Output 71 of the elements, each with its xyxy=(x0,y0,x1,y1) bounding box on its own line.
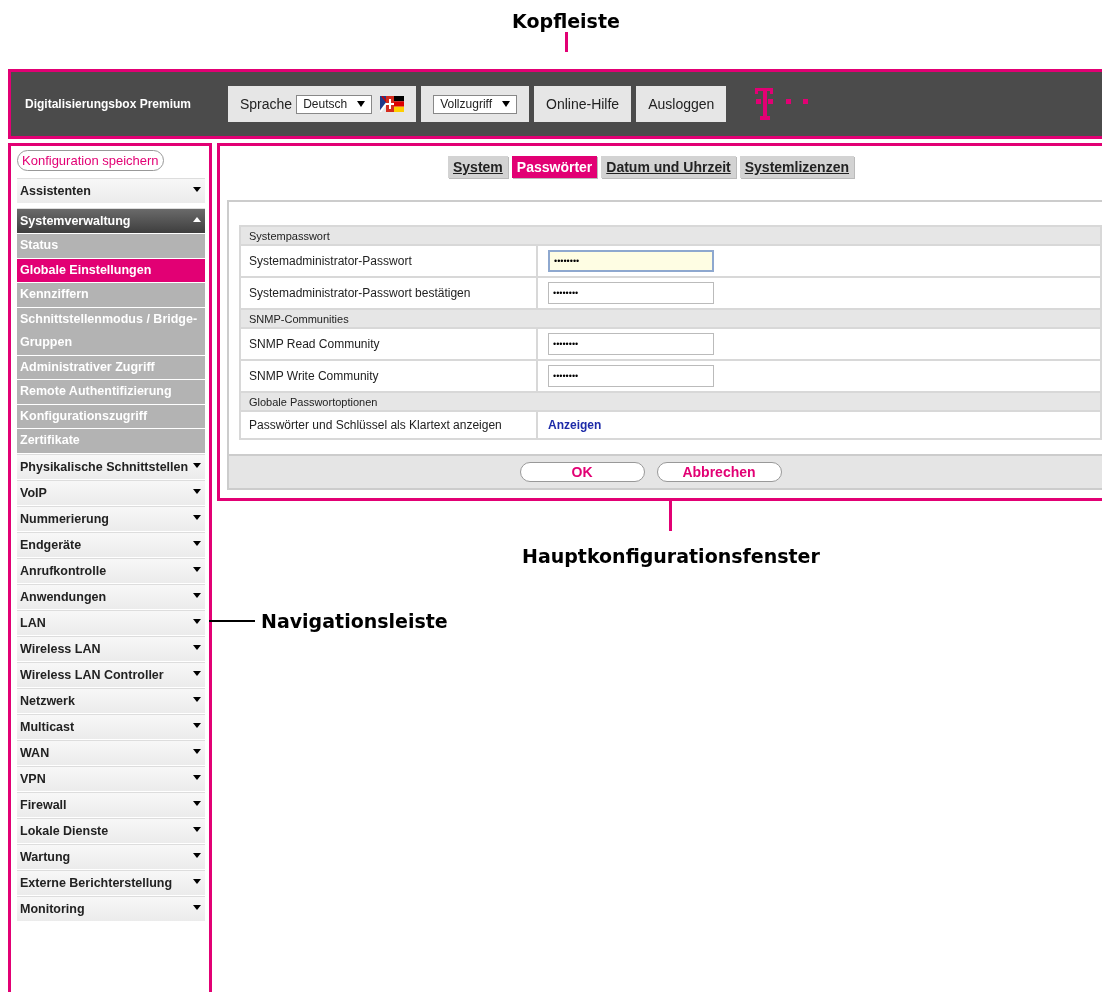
language-label: Sprache xyxy=(240,96,293,112)
tab[interactable]: System xyxy=(448,156,508,178)
table-cell: Passwörter und Schlüssel als Klartext anzeigen xyxy=(240,411,537,439)
flag-icon[interactable] xyxy=(380,96,405,112)
nav-menu-item[interactable]: Monitoring xyxy=(17,895,205,921)
nav-menu-item[interactable]: Physikalische Schnittstellen xyxy=(17,453,205,479)
nav-menu-item[interactable]: Wireless LAN xyxy=(17,635,205,661)
caret-icon xyxy=(193,670,201,676)
product-name: Digitalisierungsbox Premium xyxy=(24,97,193,111)
nav-menu-item[interactable]: Assistenten xyxy=(17,178,205,203)
table-cell: SNMP Read Community xyxy=(240,328,537,360)
caret-icon xyxy=(193,540,201,546)
password-field[interactable]: •••••••• xyxy=(548,365,714,387)
caret-icon xyxy=(193,722,201,728)
nav-menu-item[interactable]: Multicast xyxy=(17,713,205,739)
caret-icon xyxy=(502,101,510,107)
table-cell: Systemadministrator-Passwort xyxy=(240,245,537,277)
ok-button[interactable]: OK xyxy=(519,462,645,482)
nav-menu-item[interactable]: Anwendungen xyxy=(17,583,205,609)
nav-menu-item[interactable]: VPN xyxy=(17,765,205,791)
caret-icon xyxy=(193,696,201,702)
nav-menu-item[interactable]: Netzwerk xyxy=(17,687,205,713)
nav-menu-item[interactable]: Firewall xyxy=(17,791,205,817)
show-link[interactable]: Anzeigen xyxy=(548,418,602,432)
caret-icon xyxy=(193,800,201,806)
caret-icon xyxy=(193,187,201,192)
nav-menu-item[interactable]: Anrufkontrolle xyxy=(17,557,205,583)
nav-menu-item[interactable]: Endgeräte xyxy=(17,531,205,557)
password-field[interactable]: •••••••• xyxy=(548,333,714,355)
caret-icon xyxy=(193,748,201,754)
caret-icon xyxy=(193,618,201,624)
tab[interactable]: Datum und Uhrzeit xyxy=(601,156,736,178)
caret-icon xyxy=(193,774,201,780)
nav-menu-item[interactable]: Systemverwaltung xyxy=(17,208,205,233)
nav-menu-item[interactable]: Wartung xyxy=(17,843,205,869)
nav-menu-item[interactable]: VoIP xyxy=(17,479,205,505)
caret-icon xyxy=(193,644,201,650)
caret-icon xyxy=(193,514,201,520)
annotation-label: Hauptkonfigurationsfenster xyxy=(522,545,820,567)
tab[interactable]: Passwörter xyxy=(511,156,598,178)
cancel-button[interactable]: Abbrechen xyxy=(656,462,782,482)
password-field[interactable]: •••••••• xyxy=(548,282,714,304)
annotation-label: Kopfleiste xyxy=(512,10,620,32)
nav-menu-item[interactable]: Externe Berichterstellung xyxy=(17,869,205,895)
tab[interactable]: Systemlizenzen xyxy=(739,156,854,178)
nav-menu-item[interactable]: WAN xyxy=(17,739,205,765)
help-button[interactable]: Online-Hilfe xyxy=(534,86,632,122)
nav-menu-item[interactable]: Nummerierung xyxy=(17,505,205,531)
caret-icon xyxy=(193,488,201,494)
caret-icon xyxy=(193,217,201,222)
caret-icon xyxy=(193,904,201,910)
access-select[interactable]: Vollzugriff xyxy=(433,94,517,114)
nav-menu-item[interactable]: Wireless LAN Controller xyxy=(17,661,205,687)
caret-icon xyxy=(193,878,201,884)
leader-line xyxy=(564,32,568,52)
caret-icon xyxy=(193,462,201,468)
save-configuration-button[interactable]: Konfiguration speichern xyxy=(17,150,164,171)
section-header: Systempasswort xyxy=(240,226,1101,245)
logout-button[interactable]: Ausloggen xyxy=(636,86,727,122)
nav-menu-item[interactable]: LAN xyxy=(17,609,205,635)
caret-icon xyxy=(193,592,201,598)
annotation-label: Navigationsleiste xyxy=(261,610,448,632)
leader-line xyxy=(209,620,255,622)
nav-submenu-item[interactable]: Globale Einstellungen xyxy=(17,258,205,282)
language-select[interactable]: Deutsch xyxy=(296,94,373,114)
caret-icon xyxy=(357,101,366,107)
caret-icon xyxy=(193,826,201,832)
nav-menu-item[interactable]: Lokale Dienste xyxy=(17,817,205,843)
caret-icon xyxy=(193,566,201,572)
password-field[interactable]: •••••••• xyxy=(548,250,714,272)
caret-icon xyxy=(193,852,201,858)
